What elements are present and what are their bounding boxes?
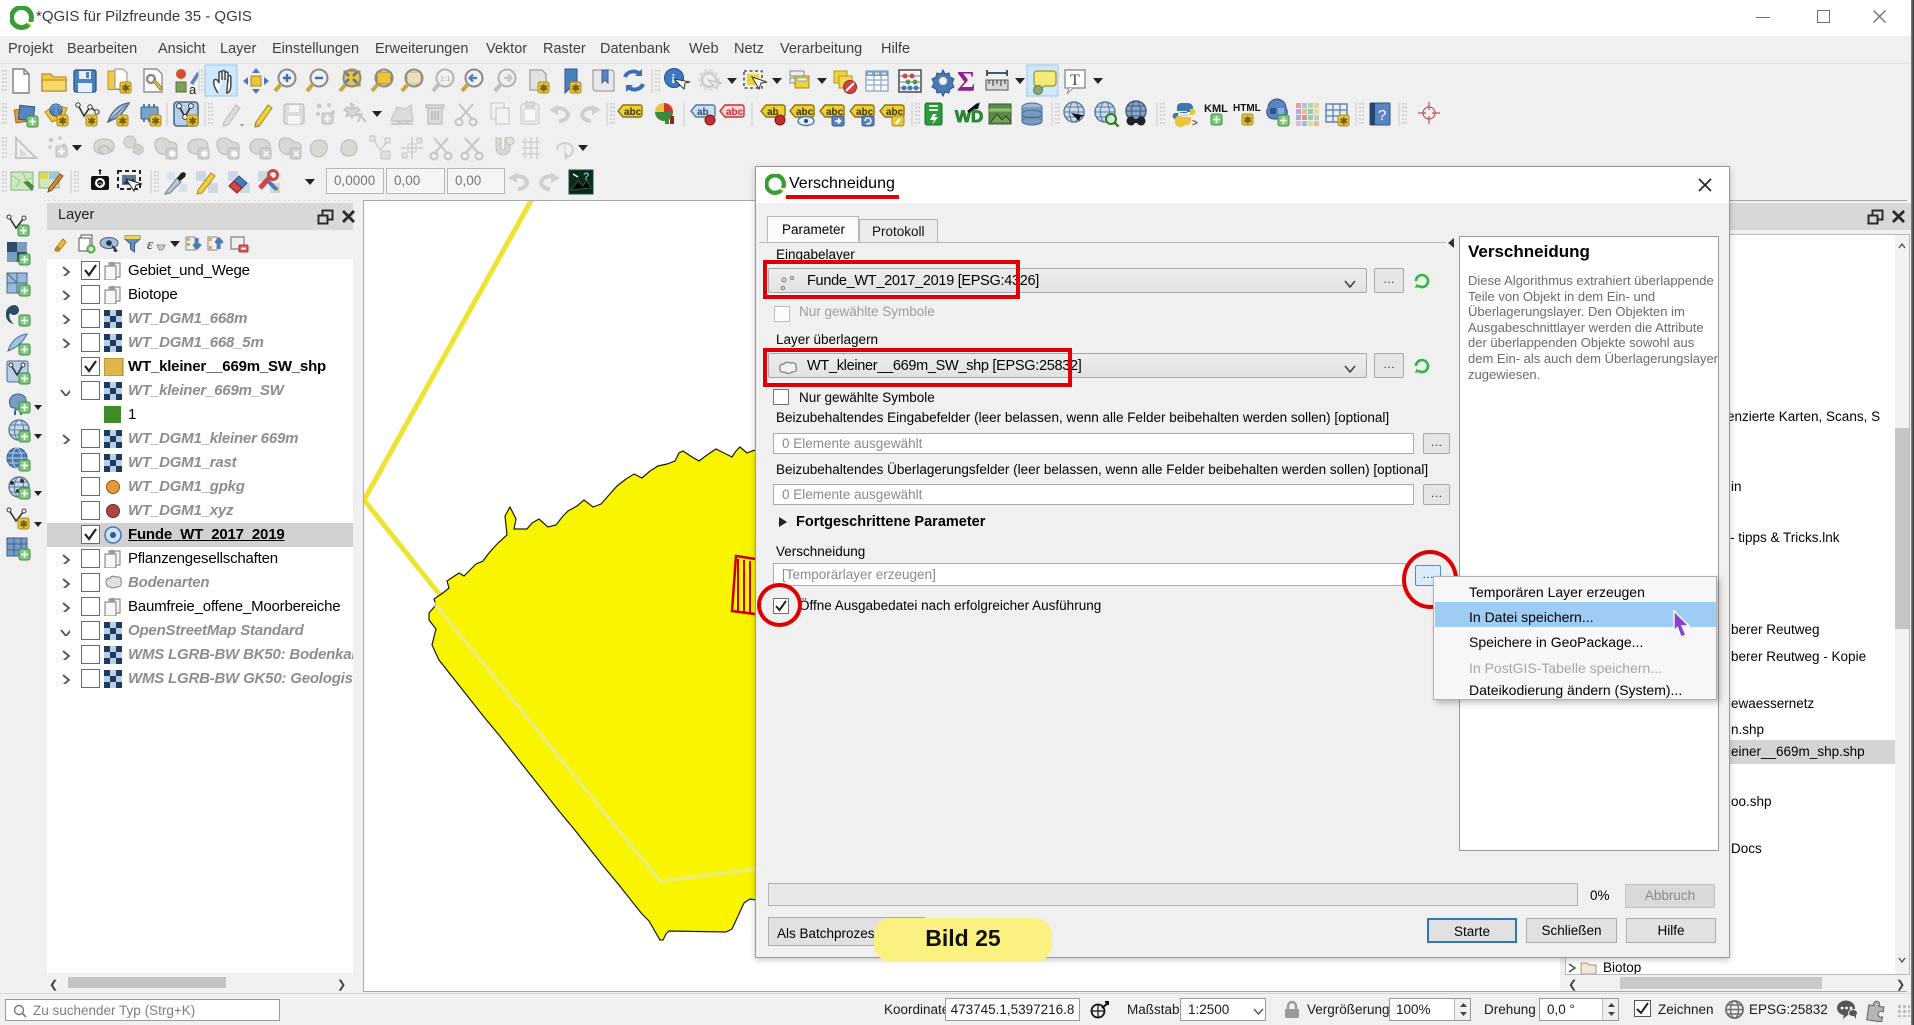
svg-text:✱: ✱ <box>201 149 209 159</box>
svg-text:✱: ✱ <box>1244 116 1253 127</box>
svg-text:✱: ✱ <box>88 117 97 128</box>
svg-text:✱: ✱ <box>1340 117 1349 128</box>
svg-text:ε: ε <box>147 237 153 253</box>
svg-text:✱: ✱ <box>119 117 128 128</box>
svg-text:?: ? <box>583 171 590 183</box>
svg-text:KML: KML <box>1204 103 1228 115</box>
svg-text:✱: ✱ <box>169 149 177 159</box>
svg-text:abc: abc <box>726 107 744 118</box>
svg-text:✱: ✱ <box>20 520 29 531</box>
svg-text:✱: ✱ <box>152 117 161 128</box>
svg-text:✱: ✱ <box>189 117 198 128</box>
svg-text:✕: ✕ <box>293 149 301 159</box>
svg-text:✱: ✱ <box>59 117 68 128</box>
svg-text:T: T <box>1070 72 1080 89</box>
svg-text:✱: ✱ <box>122 84 131 95</box>
svg-text:>: > <box>1192 118 1198 129</box>
svg-text:✕: ✕ <box>263 149 271 159</box>
svg-text:☊: ☊ <box>97 182 102 189</box>
svg-text:✱: ✱ <box>540 84 549 95</box>
svg-text:?: ? <box>1378 107 1386 124</box>
svg-text:✱: ✱ <box>572 84 581 95</box>
svg-text:Σ: Σ <box>957 67 975 98</box>
svg-text:a: a <box>189 82 197 97</box>
svg-text:HTML: HTML <box>1233 103 1261 114</box>
svg-text:✱: ✱ <box>231 149 239 159</box>
svg-text:1:1: 1:1 <box>440 74 450 83</box>
svg-text:abc: abc <box>624 107 642 118</box>
